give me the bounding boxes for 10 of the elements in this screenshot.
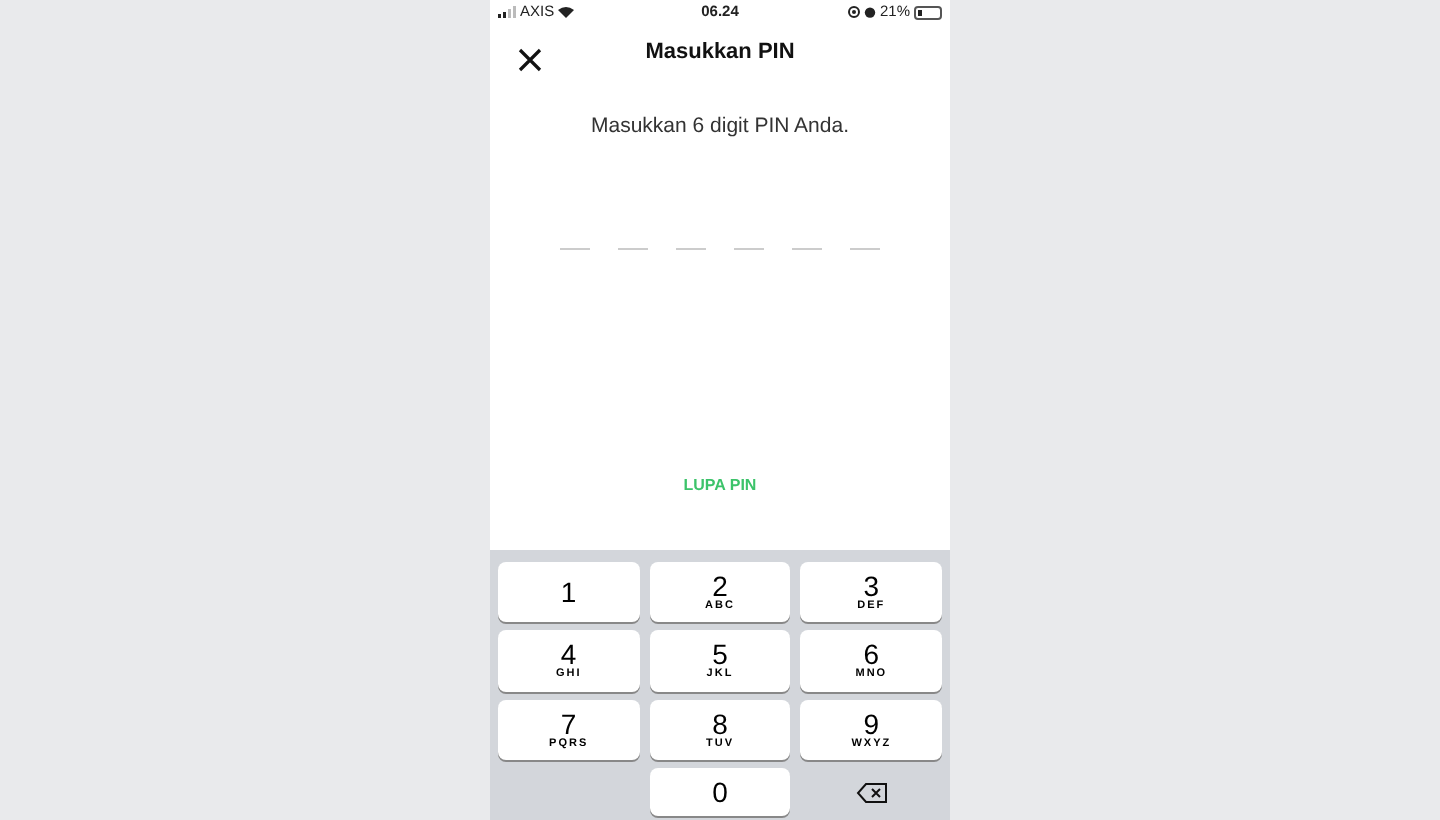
keypad-key[interactable]: 0 (649, 768, 791, 816)
signal-icon (498, 6, 516, 18)
screen-title: Masukkan PIN (645, 37, 795, 68)
alarm-icon (863, 6, 876, 18)
backspace-icon (855, 781, 888, 804)
keypad-key[interactable]: 1 (498, 562, 640, 623)
instruction-text: Masukkan 6 digit PIN Anda. (589, 112, 851, 142)
battery-icon (914, 5, 942, 19)
wifi-icon (558, 6, 575, 18)
lock-rotation-icon (847, 6, 860, 18)
